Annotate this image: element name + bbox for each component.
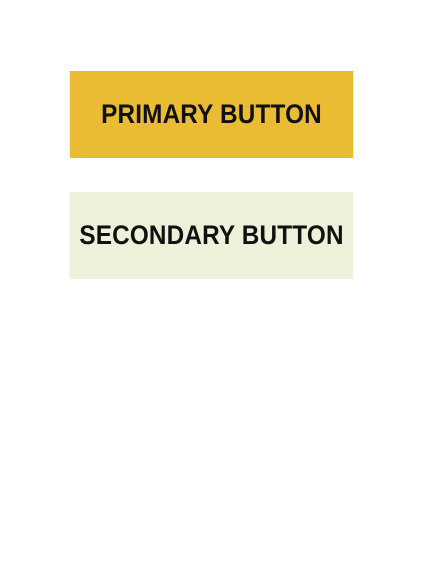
secondary-button-label: SECONDARY BUTTON bbox=[79, 220, 344, 250]
secondary-button[interactable]: SECONDARY BUTTON bbox=[69, 192, 354, 279]
primary-button-label: PRIMARY BUTTON bbox=[101, 99, 322, 129]
primary-button[interactable]: PRIMARY BUTTON bbox=[69, 71, 354, 158]
